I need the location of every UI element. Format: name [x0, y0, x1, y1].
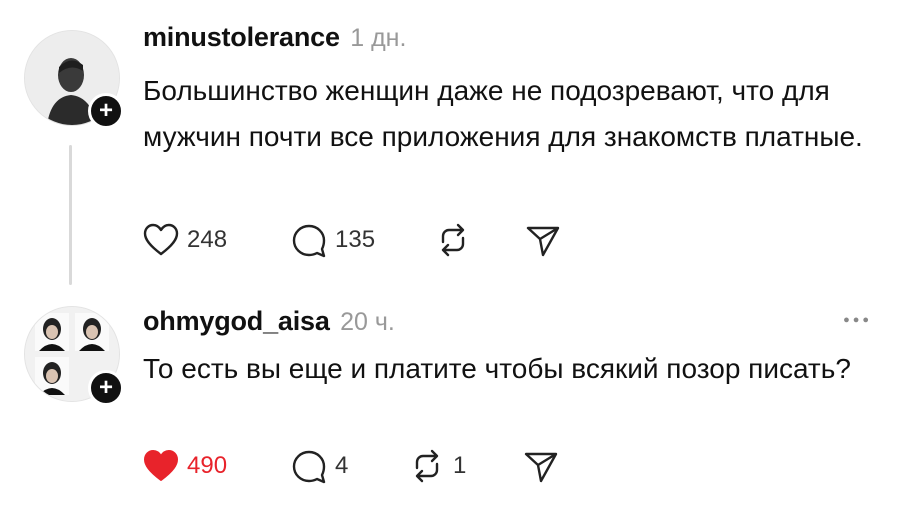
timestamp: 20 ч.: [340, 308, 395, 336]
heart-icon: [143, 223, 179, 256]
comment-icon: [292, 450, 326, 484]
username[interactable]: minustolerance: [143, 22, 340, 52]
like-count: 490: [187, 452, 228, 479]
share-button[interactable]: [523, 446, 559, 486]
reply-count: 135: [335, 226, 376, 253]
follow-plus-icon[interactable]: +: [88, 370, 124, 406]
reply-button[interactable]: 135: [291, 220, 375, 260]
follow-plus-icon[interactable]: +: [88, 93, 124, 129]
thread-post: + ohmygod_aisa 20 ч. ●●● То есть вы еще …: [0, 290, 900, 523]
timestamp: 1 дн.: [350, 24, 407, 52]
send-icon: [526, 226, 560, 257]
heart-filled-icon: [144, 450, 178, 481]
like-count: 248: [187, 226, 228, 253]
post-header: ohmygod_aisa 20 ч.: [143, 306, 395, 337]
more-dots-icon[interactable]: ●●●: [843, 314, 872, 326]
reply-count: 4: [335, 452, 349, 479]
share-button[interactable]: [525, 220, 561, 260]
thread-line: [69, 145, 72, 285]
like-button[interactable]: 248: [143, 220, 227, 260]
like-button[interactable]: 490: [143, 446, 227, 486]
repost-count: 1: [453, 452, 467, 479]
reply-button[interactable]: 4: [291, 446, 348, 486]
username[interactable]: ohmygod_aisa: [143, 306, 330, 336]
repost-button[interactable]: 1: [409, 446, 466, 486]
repost-icon: [415, 449, 439, 483]
post-header: minustolerance 1 дн.: [143, 22, 406, 53]
post-text: То есть вы еще и платите чтобы всякий по…: [143, 353, 851, 384]
send-icon: [524, 452, 558, 483]
post-text: Большинство женщин даже не подозревают, …: [143, 75, 863, 152]
comment-icon: [292, 224, 326, 258]
repost-icon: [441, 223, 465, 257]
thread-post: + minustolerance 1 дн. Большинство женщи…: [0, 0, 900, 290]
repost-button[interactable]: [435, 220, 479, 260]
